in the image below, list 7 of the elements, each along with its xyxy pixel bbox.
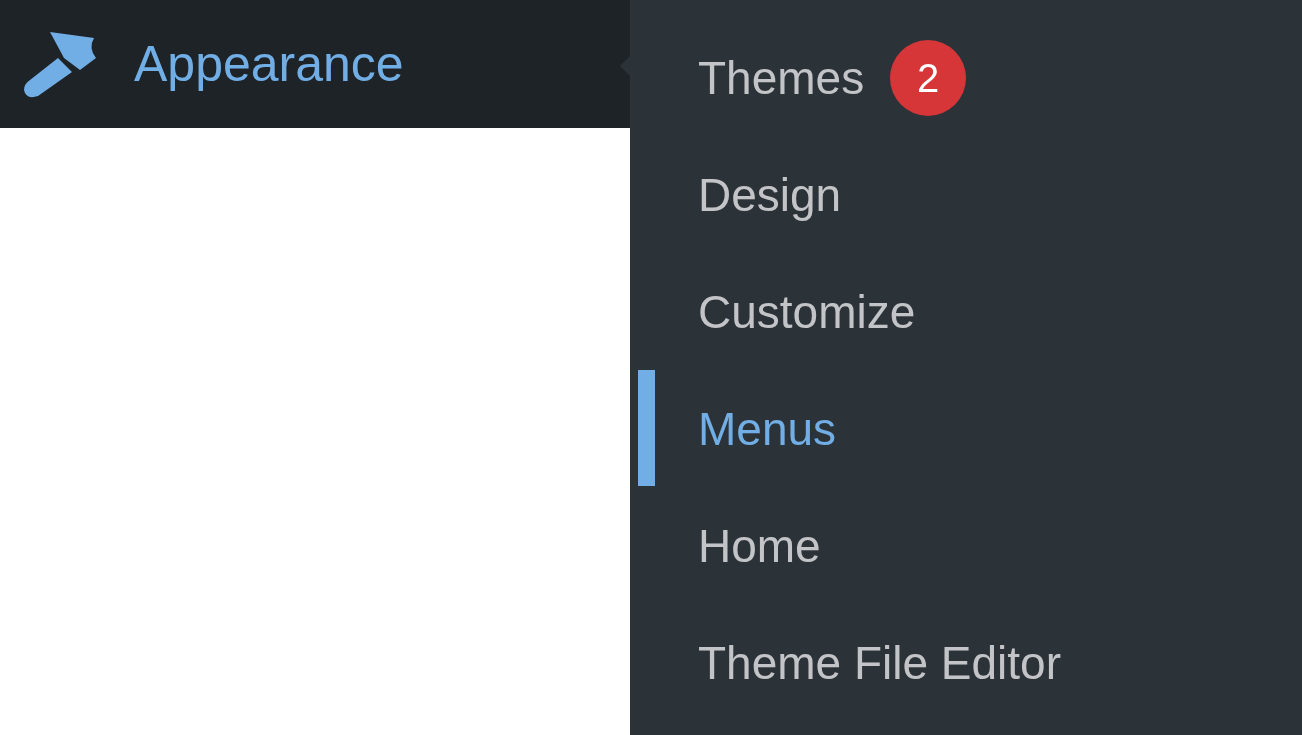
submenu-item[interactable]: Theme File Editor (630, 604, 1302, 721)
submenu-item[interactable]: Design (630, 136, 1302, 253)
count-badge: 2 (890, 39, 967, 116)
submenu-item[interactable]: Customize (630, 253, 1302, 370)
submenu-item[interactable]: Menus (630, 370, 1302, 487)
submenu-item[interactable]: Themes 2 (630, 19, 1302, 136)
submenu-item[interactable]: Home (630, 487, 1302, 604)
